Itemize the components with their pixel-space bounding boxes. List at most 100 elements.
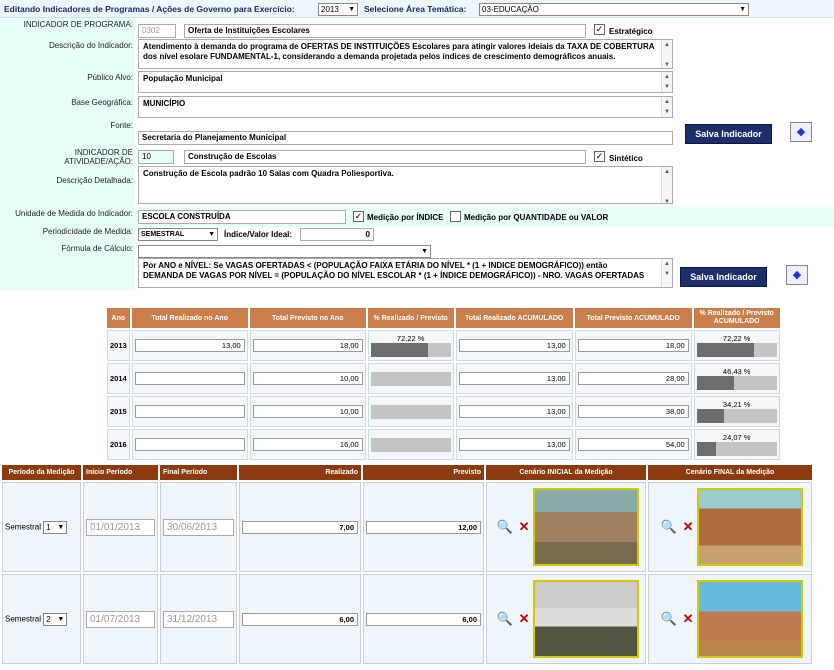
publico-textarea[interactable]: População Municipal ▲ ▼ (138, 71, 673, 93)
annual-row: 2013 13,00 18,00 72,22 % 13,00 18,00 72,… (107, 330, 780, 361)
magnifier-icon[interactable]: 🔍 (660, 519, 676, 535)
ind-ativ-name[interactable]: Construção de Escolas (184, 150, 586, 164)
unidade-input[interactable]: ESCOLA CONSTRUÍDA (138, 210, 346, 224)
annual-row: 2016 16,00 13,00 54,00 24,07 % (107, 429, 780, 460)
scrollbar[interactable]: ▲ ▼ (661, 40, 672, 68)
real-input[interactable] (134, 405, 245, 418)
delete-icon[interactable]: ✕ (519, 519, 530, 535)
unidade-label: Unidade de Medida do Indicador: (0, 209, 135, 218)
period-num-select[interactable]: 1 ▼ (43, 520, 68, 534)
period-num: 1 (46, 522, 51, 532)
prev-input[interactable]: 10,00 (252, 405, 363, 418)
ind-prog-label: INDICADOR DE PROGRAMA: (0, 20, 135, 29)
salva-indicador-button[interactable]: Salva Indicador (685, 124, 772, 144)
base-text: MUNICÍPIO (143, 99, 186, 108)
magnifier-icon[interactable]: 🔍 (496, 519, 512, 535)
delete-icon[interactable]: ✕ (683, 611, 694, 627)
start-cell: 01/07/2013 (83, 574, 158, 664)
ind-prog-name[interactable]: Oferta de Instituições Escolares (184, 24, 586, 38)
prev-ac-input: 38,00 (577, 405, 689, 418)
photo-inicial[interactable] (532, 488, 639, 566)
pct-ac-text: 46,43 % (722, 367, 751, 376)
end-date-input[interactable]: 31/12/2013 (163, 610, 234, 628)
chevron-down-icon: ▼ (57, 523, 65, 531)
previsto-input[interactable]: 12,00 (366, 520, 481, 534)
ind-ativ-code[interactable]: 10 (138, 150, 174, 164)
year-select[interactable]: 2013 ▼ (318, 3, 358, 16)
scrollbar[interactable]: ▲ ▼ (661, 259, 672, 287)
scrollbar[interactable]: ▲ ▼ (661, 167, 672, 203)
period-num-select[interactable]: 2 ▼ (43, 612, 68, 626)
pct-bar (370, 404, 451, 419)
delete-icon[interactable]: ✕ (683, 519, 694, 535)
prev-ac-cell: 38,00 (574, 396, 692, 427)
med-qtd-checkbox[interactable] (450, 211, 461, 222)
magnifier-icon[interactable]: 🔍 (496, 611, 512, 627)
area-label: Selecione Área Temática: (364, 4, 467, 14)
sintetico-checkbox[interactable]: ✓ (594, 151, 605, 162)
estrategico-checkbox[interactable]: ✓ (594, 24, 605, 35)
base-textarea[interactable]: MUNICÍPIO ▲ ▼ (138, 96, 673, 118)
area-select[interactable]: 03-EDUCAÇÃO ▼ (479, 3, 749, 16)
delete-icon[interactable]: ✕ (519, 611, 530, 627)
ind-prog-code[interactable]: 0302 (138, 24, 176, 38)
real-cell (131, 396, 248, 427)
end-date-input[interactable]: 30/06/2013 (163, 518, 234, 536)
start-date-input[interactable]: 01/07/2013 (86, 610, 155, 628)
diamond-icon[interactable]: ◆ (790, 122, 812, 142)
pct-cell: 72,22 % (367, 330, 454, 361)
real-input[interactable] (134, 438, 245, 451)
area-value: 03-EDUCAÇÃO (482, 5, 539, 14)
pct-bar (370, 371, 451, 386)
chevron-down-icon: ▼ (348, 6, 355, 13)
fonte-input[interactable]: Secretaria do Planejamento Municipal (138, 131, 673, 145)
real-input[interactable]: 13,00 (134, 339, 245, 352)
year-cell: 2015 (107, 396, 130, 427)
publico-text: População Municipal (143, 74, 223, 83)
pct-cell (367, 429, 454, 460)
year-cell: 2014 (107, 363, 130, 394)
prev-ac-input: 28,00 (577, 372, 689, 385)
scrollbar[interactable]: ▲ ▼ (661, 97, 672, 117)
prev-input[interactable]: 16,00 (252, 438, 363, 451)
period-row: Semestral 1 ▼ 01/01/2013 30/06/2013 7,00 … (2, 482, 812, 572)
col-cen-fin: Cenário FINAL da Medição (648, 465, 812, 480)
photo-final[interactable] (696, 580, 803, 658)
year-cell: 2016 (107, 429, 130, 460)
photo-final[interactable] (696, 488, 803, 566)
publico-label: Público Alvo: (0, 73, 135, 82)
period-table: Período da Medição Início Período Final … (0, 463, 814, 666)
chevron-down-icon: ▼ (57, 615, 65, 623)
col-pct: % Realizado / Previsto (367, 308, 454, 328)
realizado-input[interactable]: 6,00 (242, 612, 358, 626)
real-cell (131, 429, 248, 460)
photo-inicial[interactable] (532, 580, 639, 658)
ind-ativ-label-1: INDICADOR DE (74, 148, 133, 157)
med-indice-checkbox[interactable]: ✓ (353, 211, 364, 222)
start-date-input[interactable]: 01/01/2013 (86, 518, 155, 536)
realizado-input[interactable]: 7,00 (242, 520, 358, 534)
formula-textarea[interactable]: Por ANO e NÍVEL: Se VAGAS OFERTADAS < (P… (138, 258, 673, 288)
col-realizado: Realizado (239, 465, 361, 480)
prev-input[interactable]: 10,00 (252, 372, 363, 385)
salva-indicador-button-2[interactable]: Salva Indicador (680, 267, 767, 287)
real-input[interactable] (134, 372, 245, 385)
pct-text: 72,22 % (396, 334, 425, 343)
real-ac-input: 13,00 (458, 372, 570, 385)
desc-det-textarea[interactable]: Construção de Escola padrão 10 Salas com… (138, 166, 673, 204)
indice-input[interactable]: 0 (300, 228, 374, 241)
previsto-input[interactable]: 6,00 (366, 612, 481, 626)
pct-cell (367, 396, 454, 427)
prev-ac-cell: 54,00 (574, 429, 692, 460)
prev-input[interactable]: 18,00 (252, 339, 363, 352)
pct-ac-bar-fill (696, 343, 755, 357)
desc-textarea[interactable]: Atendimento à demanda do programa de OFE… (138, 39, 673, 69)
period-select[interactable]: SEMESTRAL ▼ (138, 228, 218, 241)
annual-table: Ano Total Realizado no Ano Total Previst… (105, 306, 782, 462)
pct-ac-bar (696, 442, 777, 456)
formula-select[interactable]: ▼ (138, 245, 431, 258)
pct-ac-bar (696, 409, 777, 423)
scrollbar[interactable]: ▲ ▼ (661, 72, 672, 92)
diamond-icon[interactable]: ◆ (786, 265, 808, 285)
magnifier-icon[interactable]: 🔍 (660, 611, 676, 627)
